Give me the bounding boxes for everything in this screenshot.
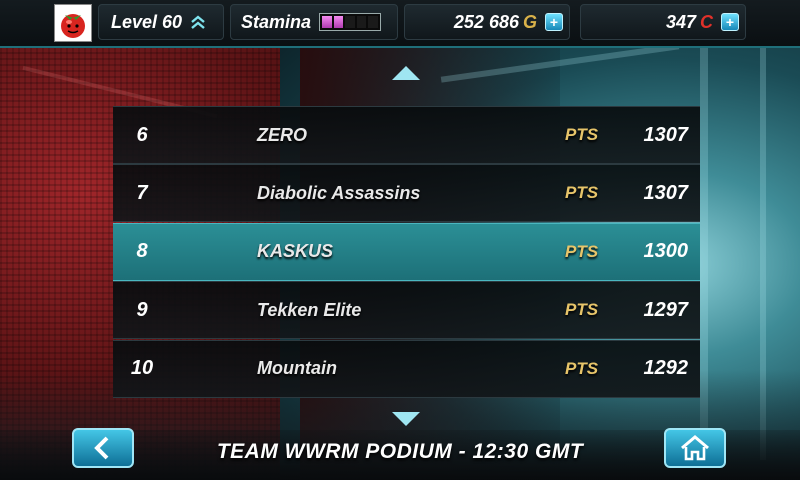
stamina-cell: [333, 16, 344, 28]
points-value: 1300: [643, 240, 689, 263]
leaderboard-list: 6 ZERO PTS 1307 7 Diabolic Assassins PTS 1307 8 K…: [113, 106, 700, 398]
gold-amount: 252 686: [453, 11, 519, 32]
team-name: Tekken Elite: [257, 299, 362, 320]
rank-up-icon: [191, 15, 205, 29]
coin-amount: 347: [665, 11, 696, 32]
points-value: 1307: [643, 123, 689, 146]
stamina-label: Stamina: [241, 11, 312, 32]
leaderboard-row[interactable]: 7 Diabolic Assassins PTS 1307: [113, 164, 700, 223]
add-coins-button[interactable]: +: [721, 13, 739, 31]
stamina-box: Stamina: [230, 4, 398, 40]
gold-box: 252 686 G +: [404, 4, 570, 40]
team-rank: 8: [136, 240, 148, 263]
points-value: 1307: [643, 181, 689, 204]
team-name: Mountain: [257, 358, 337, 379]
points-value: 1297: [643, 298, 689, 321]
team-rank: 9: [136, 298, 148, 321]
add-gold-button[interactable]: +: [545, 13, 563, 31]
coins-box: 347 C +: [580, 4, 746, 40]
team-rank: 7: [136, 181, 148, 204]
top-hud: Level 60 Stamina 252 686 G + 347 C +: [0, 0, 800, 48]
home-button[interactable]: [664, 428, 726, 468]
points-label: PTS: [565, 300, 599, 320]
team-name: Diabolic Assassins: [257, 182, 421, 203]
leaderboard-row[interactable]: 10 Mountain PTS 1292: [113, 339, 700, 398]
team-rank: 6: [136, 123, 148, 146]
player-avatar[interactable]: [54, 4, 92, 42]
stamina-cell: [356, 16, 367, 28]
leaderboard-row[interactable]: 9 Tekken Elite PTS 1297: [113, 281, 700, 340]
gold-currency-icon: G: [522, 11, 537, 32]
stamina-cell: [322, 16, 332, 28]
stamina-cell: [368, 16, 378, 28]
stamina-meter: [319, 13, 382, 31]
points-label: PTS: [565, 183, 599, 203]
stamina-cell: [345, 16, 355, 28]
team-name: KASKUS: [257, 241, 334, 262]
points-label: PTS: [565, 125, 599, 144]
coin-currency-icon: C: [700, 11, 713, 32]
team-rank: 10: [130, 357, 154, 380]
level-label: Level 60: [111, 11, 183, 32]
points-label: PTS: [565, 241, 599, 261]
points-label: PTS: [565, 358, 599, 378]
home-icon: [681, 435, 709, 461]
tomato-icon: [61, 14, 85, 38]
leaderboard-row[interactable]: 6 ZERO PTS 1307: [113, 106, 700, 164]
level-box: Level 60: [98, 4, 224, 40]
leaderboard-row[interactable]: 8 KASKUS PTS 1300: [113, 222, 700, 281]
arrow-up-icon[interactable]: [392, 66, 420, 80]
team-name: ZERO: [257, 124, 308, 145]
points-value: 1292: [643, 357, 689, 380]
arrow-down-icon[interactable]: [392, 412, 420, 426]
